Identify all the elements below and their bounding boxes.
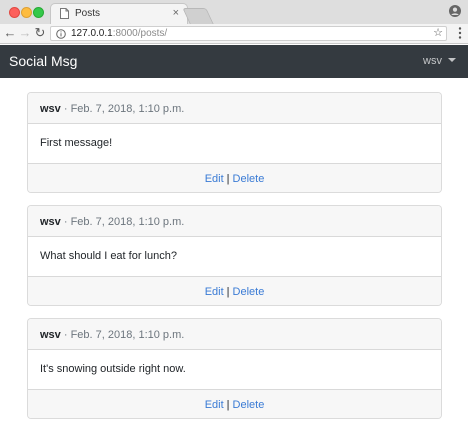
- url-path: :8000/posts/: [112, 28, 168, 39]
- link-separator: |: [226, 399, 230, 411]
- post-card: wsv · Feb. 7, 2018, 1:10 p.m. First mess…: [27, 92, 442, 193]
- post-footer: Edit | Delete: [28, 276, 441, 305]
- browser-tab-posts[interactable]: Posts ×: [50, 3, 188, 24]
- post-footer: Edit | Delete: [28, 389, 441, 418]
- forward-arrow-icon[interactable]: →: [18, 26, 32, 40]
- post-body: First message!: [40, 137, 113, 149]
- browser-tab-bar: Posts ×: [0, 0, 468, 24]
- post-body: It's snowing outside right now.: [40, 363, 186, 375]
- post-list: wsv · Feb. 7, 2018, 1:10 p.m. First mess…: [27, 92, 442, 431]
- post-separator: ·: [60, 216, 71, 228]
- post-author: wsv: [40, 216, 61, 228]
- post-timestamp: Feb. 7, 2018, 1:10 p.m.: [70, 329, 185, 341]
- address-bar[interactable]: 127.0.0.1:8000/posts/ ☆: [50, 26, 447, 41]
- post-footer: Edit | Delete: [28, 163, 441, 192]
- delete-link[interactable]: Delete: [233, 173, 265, 185]
- reload-icon[interactable]: ↻: [33, 26, 47, 40]
- profile-icon[interactable]: [449, 5, 461, 17]
- back-arrow-icon[interactable]: ←: [3, 26, 17, 40]
- url-text: 127.0.0.1:8000/posts/: [71, 28, 167, 39]
- info-icon[interactable]: [56, 29, 66, 39]
- post-header: wsv · Feb. 7, 2018, 1:10 p.m.: [28, 206, 441, 237]
- post-body: What should I eat for lunch?: [40, 250, 177, 262]
- post-author: wsv: [40, 103, 61, 115]
- edit-link[interactable]: Edit: [205, 286, 224, 298]
- user-name: wsv: [423, 55, 442, 67]
- post-separator: ·: [60, 329, 71, 341]
- close-window-button[interactable]: [9, 7, 20, 18]
- post-separator: ·: [60, 103, 71, 115]
- edit-link[interactable]: Edit: [205, 399, 224, 411]
- menu-dots-icon[interactable]: [458, 27, 462, 39]
- brand-link[interactable]: Social Msg: [9, 53, 77, 69]
- maximize-window-button[interactable]: [33, 7, 44, 18]
- browser-toolbar: ← → ↻ 127.0.0.1:8000/posts/ ☆: [0, 24, 468, 44]
- post-card: wsv · Feb. 7, 2018, 1:10 p.m. It's snowi…: [27, 318, 442, 419]
- tab-close-icon[interactable]: ×: [173, 7, 179, 19]
- link-separator: |: [226, 173, 230, 185]
- link-separator: |: [226, 286, 230, 298]
- delete-link[interactable]: Delete: [233, 286, 265, 298]
- post-timestamp: Feb. 7, 2018, 1:10 p.m.: [70, 216, 185, 228]
- page-icon: [60, 8, 69, 19]
- app-navbar: Social Msg wsv: [0, 45, 468, 78]
- star-icon[interactable]: ☆: [433, 27, 443, 40]
- post-header: wsv · Feb. 7, 2018, 1:10 p.m.: [28, 93, 441, 124]
- tab-title: Posts: [75, 8, 101, 19]
- post-author: wsv: [40, 329, 61, 341]
- post-card: wsv · Feb. 7, 2018, 1:10 p.m. What shoul…: [27, 205, 442, 306]
- user-dropdown[interactable]: wsv: [423, 55, 456, 67]
- url-host: 127.0.0.1: [71, 28, 113, 39]
- delete-link[interactable]: Delete: [233, 399, 265, 411]
- post-header: wsv · Feb. 7, 2018, 1:10 p.m.: [28, 319, 441, 350]
- edit-link[interactable]: Edit: [205, 173, 224, 185]
- minimize-window-button[interactable]: [21, 7, 32, 18]
- chevron-down-icon: [448, 58, 456, 62]
- post-timestamp: Feb. 7, 2018, 1:10 p.m.: [70, 103, 185, 115]
